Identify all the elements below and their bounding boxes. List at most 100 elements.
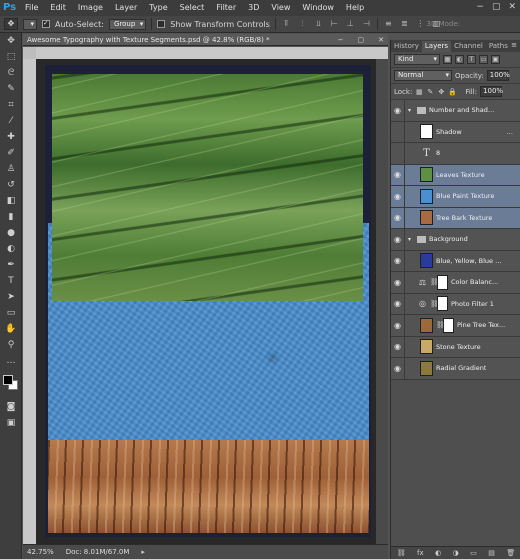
visibility-eye-icon[interactable]: ◉: [391, 357, 405, 379]
layer-kind-filter[interactable]: Kind: [394, 54, 440, 65]
minimize-icon[interactable]: −: [476, 2, 484, 12]
move-tool-icon[interactable]: ✥: [3, 34, 19, 49]
mask-link-icon[interactable]: ⛓: [436, 321, 445, 329]
menu-view[interactable]: View: [265, 0, 296, 16]
visibility-eye-icon[interactable]: ◉: [391, 164, 405, 186]
align-left-icon[interactable]: ⊢: [329, 19, 340, 29]
lock-transparency-icon[interactable]: ▦: [415, 88, 423, 96]
layer-mask-thumbnail[interactable]: [437, 296, 448, 312]
opacity-input[interactable]: 100%: [486, 70, 510, 81]
mask-link-icon[interactable]: ⛓: [430, 300, 439, 308]
visibility-eye-icon[interactable]: ◉: [391, 314, 405, 336]
foreground-color-swatch[interactable]: [3, 375, 13, 385]
pen-tool-icon[interactable]: ✒: [3, 258, 19, 273]
layer-name[interactable]: Photo Filter 1: [451, 300, 494, 308]
layer-name[interactable]: 8: [436, 149, 440, 157]
menu-edit[interactable]: Edit: [44, 0, 72, 16]
layer-name[interactable]: Blue Paint Texture: [436, 192, 494, 200]
lock-all-icon[interactable]: 🔒: [448, 88, 457, 96]
menu-select[interactable]: Select: [174, 0, 211, 16]
new-adjustment-icon[interactable]: ◑: [453, 549, 459, 557]
menu-type[interactable]: Type: [143, 0, 173, 16]
align-bottom-icon[interactable]: ⫫: [313, 19, 324, 29]
type-tool-icon[interactable]: T: [3, 274, 19, 289]
menu-image[interactable]: Image: [72, 0, 109, 16]
layer-name[interactable]: Radial Gradient: [436, 364, 486, 372]
tab-history[interactable]: History: [391, 41, 422, 52]
lock-pixels-icon[interactable]: ✎: [426, 88, 434, 96]
layer-thumbnail[interactable]: [420, 253, 433, 269]
layer-name[interactable]: Leaves Texture: [436, 171, 485, 179]
layer-mask-thumbnail[interactable]: [437, 274, 448, 290]
shape-tool-icon[interactable]: ▭: [3, 306, 19, 321]
document-canvas[interactable]: [45, 65, 371, 537]
layer-row[interactable]: ◉ T8: [391, 142, 520, 165]
visibility-eye-icon[interactable]: ◉: [391, 250, 405, 272]
zoom-level[interactable]: 42.75%: [27, 548, 54, 556]
eraser-tool-icon[interactable]: ◧: [3, 194, 19, 209]
group-expand-icon[interactable]: ▾: [408, 236, 414, 243]
filter-adjustment-icon[interactable]: ◐: [455, 55, 464, 64]
visibility-eye-icon[interactable]: ◉: [391, 228, 405, 250]
visibility-eye-icon[interactable]: ◉: [391, 271, 405, 293]
close-icon[interactable]: ✕: [508, 2, 516, 12]
layer-effects-icon[interactable]: ...: [506, 128, 513, 136]
layer-thumbnail[interactable]: [420, 167, 433, 183]
layer-thumbnail[interactable]: [420, 360, 433, 376]
tab-channels[interactable]: Channel: [451, 41, 486, 52]
visibility-eye-icon[interactable]: ◉: [391, 121, 405, 143]
layer-name[interactable]: Tree Bark Texture: [436, 214, 492, 222]
distribute-icon[interactable]: ≡: [383, 19, 394, 29]
layer-row[interactable]: ◉ ▾ Number and Shadow: [391, 99, 520, 122]
layer-thumbnail[interactable]: [420, 210, 433, 226]
mask-link-icon[interactable]: ⛓: [430, 278, 439, 286]
document-tab[interactable]: Awesome Typography with Texture Segments…: [23, 34, 388, 46]
distribute-icon[interactable]: ⋮: [415, 19, 426, 29]
auto-select-checkbox[interactable]: [42, 20, 50, 28]
layer-row[interactable]: ◉ ⛓ Pine Tree Tex...: [391, 314, 520, 337]
layer-thumbnail[interactable]: [420, 188, 433, 204]
layer-row[interactable]: ◉ Shadow...: [391, 121, 520, 143]
healing-tool-icon[interactable]: ✚: [3, 130, 19, 145]
visibility-eye-icon[interactable]: ◉: [391, 99, 405, 121]
filter-smart-icon[interactable]: ▣: [491, 55, 500, 64]
layer-row[interactable]: ◉ ▾ Background: [391, 228, 520, 251]
blur-tool-icon[interactable]: ●: [3, 226, 19, 241]
filter-shape-icon[interactable]: ▭: [479, 55, 488, 64]
quick-mask-icon[interactable]: ◙: [3, 400, 19, 415]
screen-mode-icon[interactable]: ▣: [3, 416, 19, 431]
doc-close-icon[interactable]: ✕: [378, 34, 384, 46]
ruler-origin[interactable]: [23, 47, 36, 59]
group-expand-icon[interactable]: ▾: [408, 107, 414, 114]
vertical-ruler[interactable]: [23, 59, 36, 544]
horizontal-ruler[interactable]: [36, 47, 388, 59]
visibility-eye-icon[interactable]: ◉: [391, 293, 405, 315]
zoom-tool-icon[interactable]: ⚲: [3, 338, 19, 353]
layer-row[interactable]: ◉ Blue, Yellow, Blue Gr...: [391, 250, 520, 272]
lock-position-icon[interactable]: ✥: [437, 88, 445, 96]
tab-layers[interactable]: Layers: [421, 41, 452, 52]
vertical-scrollbar[interactable]: [376, 59, 388, 544]
maximize-icon[interactable]: ▢: [492, 2, 501, 12]
crop-tool-icon[interactable]: ⌗: [3, 98, 19, 113]
gradient-tool-icon[interactable]: ▮: [3, 210, 19, 225]
doc-minimize-icon[interactable]: −: [338, 34, 344, 46]
layer-row[interactable]: ◉ Leaves Texture: [391, 164, 520, 186]
layer-name[interactable]: Shadow: [436, 128, 462, 136]
menu-filter[interactable]: Filter: [210, 0, 242, 16]
lasso-tool-icon[interactable]: ᘓ: [3, 66, 19, 81]
visibility-eye-icon[interactable]: ◉: [391, 336, 405, 358]
layer-thumbnail[interactable]: [420, 339, 433, 355]
visibility-eye-icon[interactable]: ◉: [391, 142, 405, 164]
panel-menu-icon[interactable]: ≡: [511, 41, 517, 49]
stamp-tool-icon[interactable]: ♙: [3, 162, 19, 177]
layer-name[interactable]: Stone Texture: [436, 343, 481, 351]
layer-row[interactable]: ◉ Radial Gradient: [391, 357, 520, 380]
delete-layer-icon[interactable]: 🗑: [506, 549, 515, 557]
visibility-eye-icon[interactable]: ◉: [391, 207, 405, 229]
auto-select-dropdown[interactable]: Group: [108, 18, 147, 30]
move-tool-icon[interactable]: ✥: [4, 18, 18, 30]
document-workspace[interactable]: [36, 59, 376, 544]
blend-mode-dropdown[interactable]: Normal: [394, 70, 452, 81]
doc-size-info[interactable]: Doc: 8.01M/67.0M: [66, 548, 130, 556]
